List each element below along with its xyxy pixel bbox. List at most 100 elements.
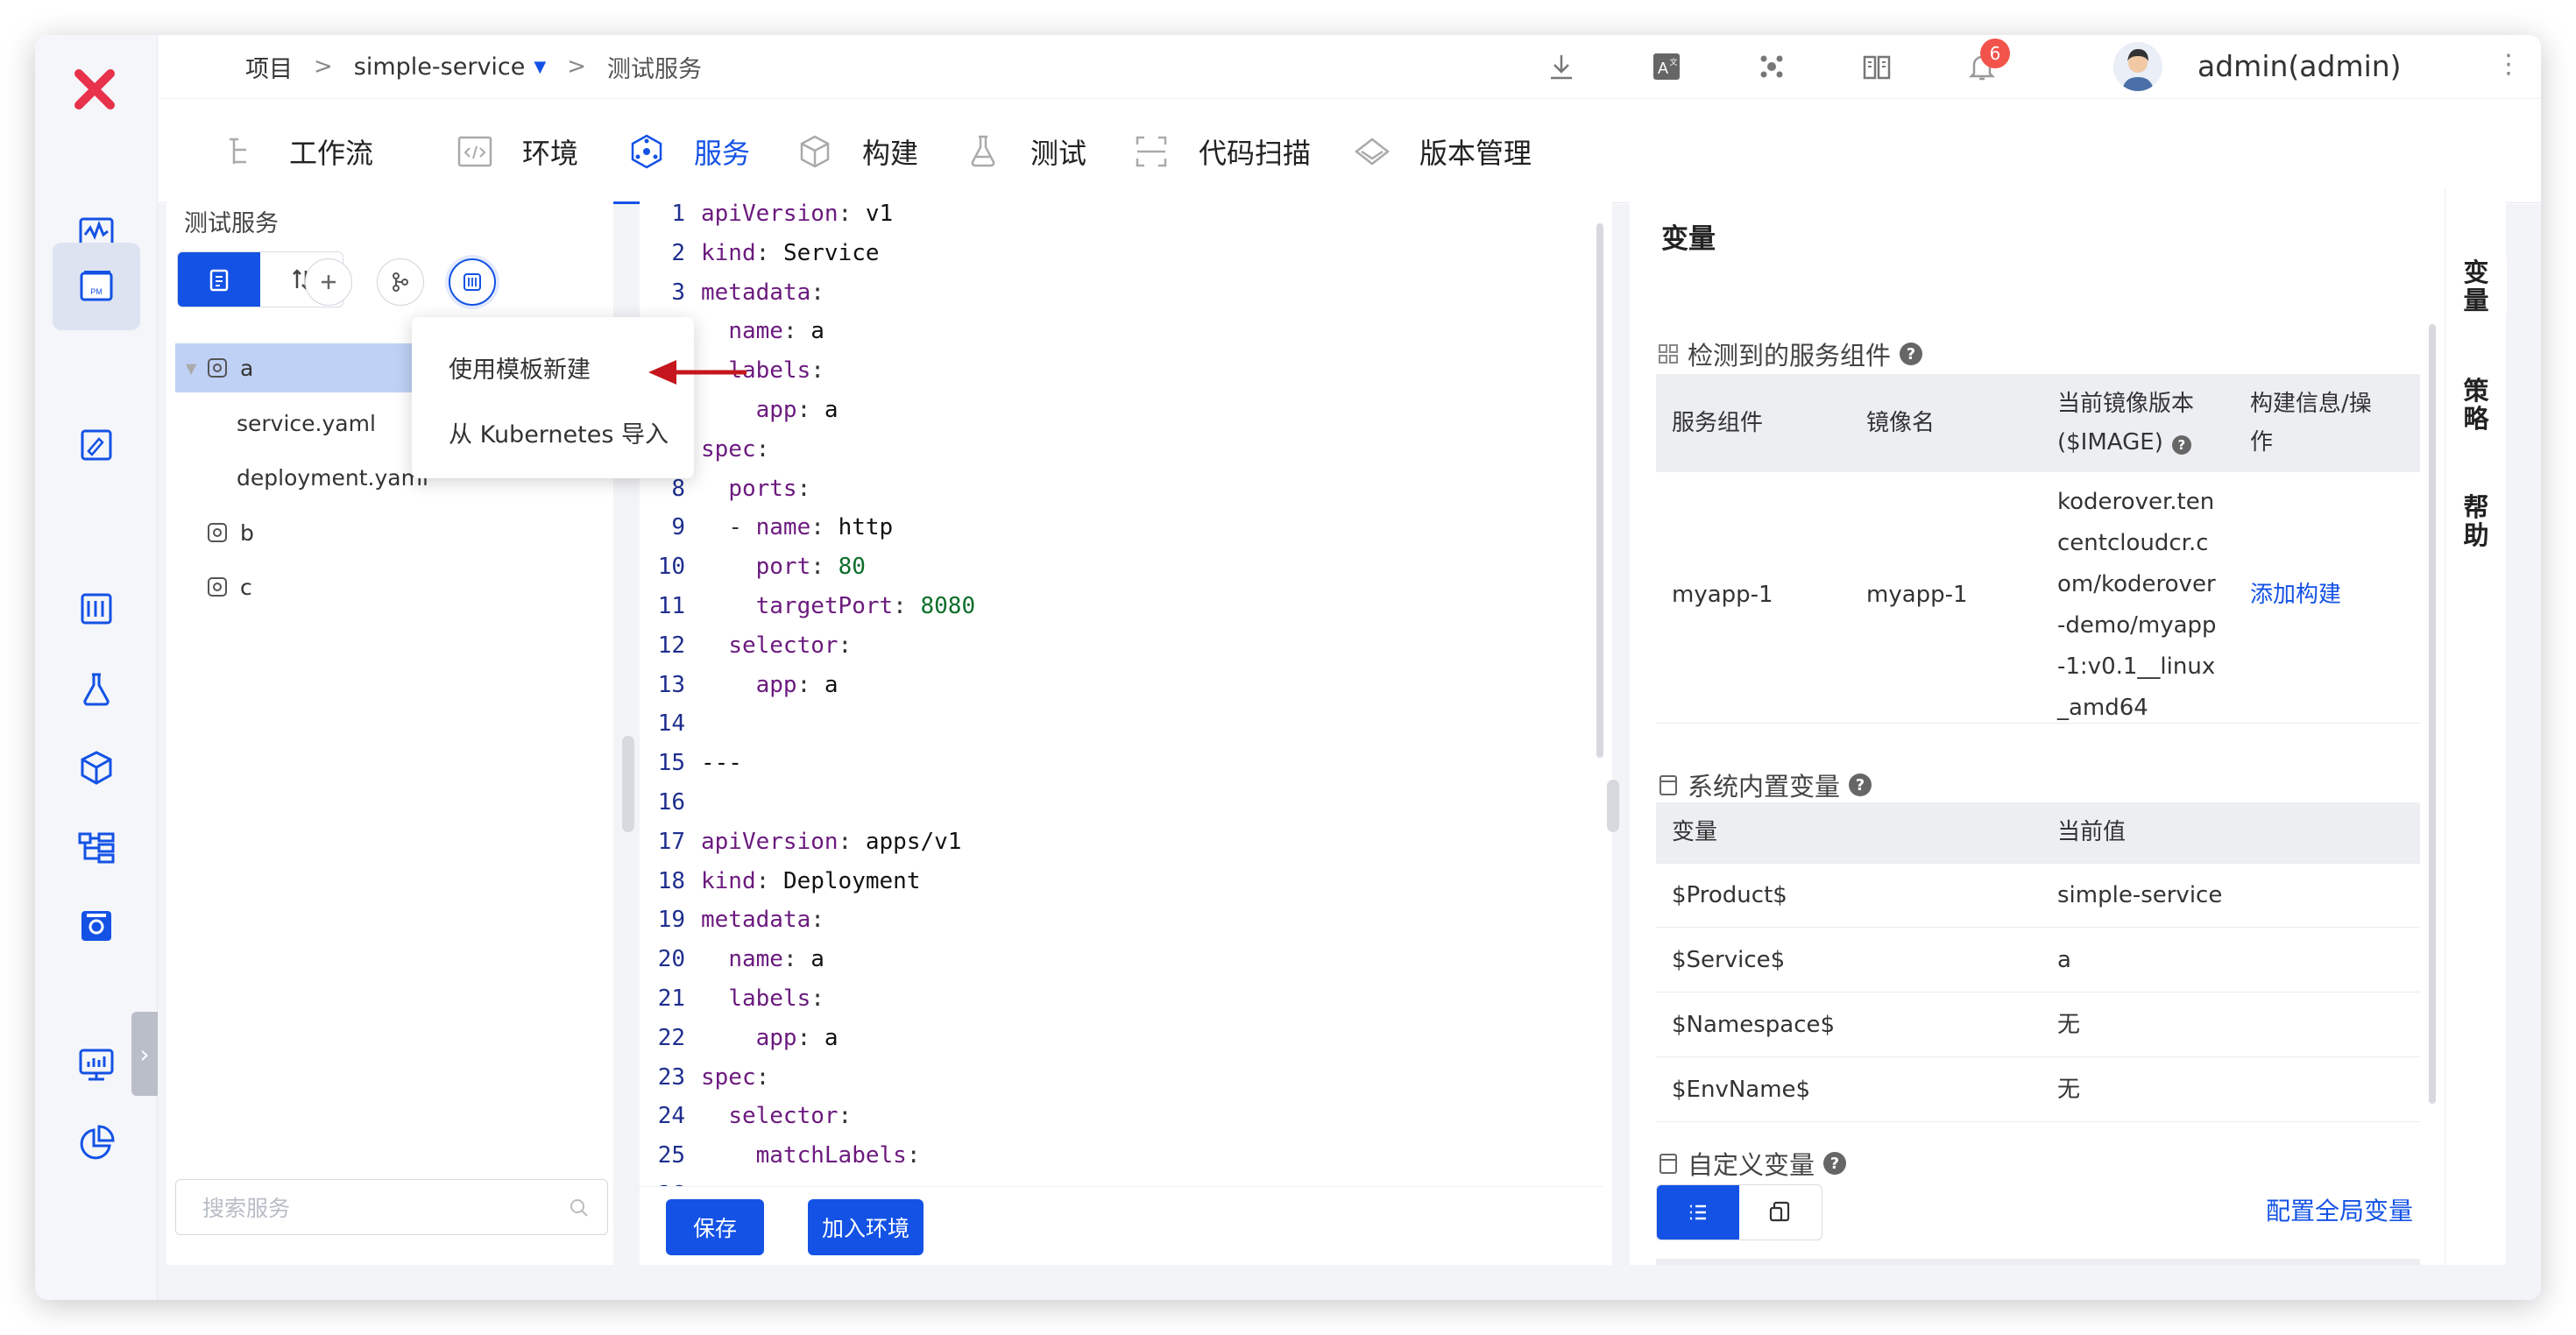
yaml-value: a — [824, 671, 839, 698]
tree-node-b[interactable]: b — [166, 508, 613, 557]
chevron-down-icon[interactable]: ▼ — [534, 58, 546, 76]
builtin-vars-table: 变量 当前值 $Product$ simple-service $Service$ a… — [1656, 802, 2420, 1122]
notification-bell-icon[interactable]: 6 — [1963, 39, 2010, 86]
template-icon[interactable] — [70, 583, 123, 635]
tab-label: 构建 — [862, 137, 919, 170]
yaml-value: v1 — [865, 201, 894, 227]
help-icon[interactable]: ? — [1849, 773, 1872, 796]
plugin-icon[interactable] — [1752, 47, 1791, 86]
help-icon[interactable]: ? — [1823, 1152, 1847, 1175]
avatar[interactable] — [2113, 42, 2162, 91]
search-service-input[interactable]: 搜索服务 — [175, 1179, 608, 1235]
tree-scrollbar[interactable] — [622, 736, 634, 832]
help-icon[interactable]: ? — [2171, 435, 2191, 455]
caret-down-icon[interactable]: ▼ — [186, 360, 205, 377]
breadcrumb-service-group[interactable]: simple-service — [354, 53, 526, 81]
code-text: --- — [701, 750, 742, 777]
line-number: 9 — [671, 514, 685, 541]
add-build-link[interactable]: 添加构建 — [2250, 576, 2341, 614]
code-line: 19 metadata: — [640, 901, 1603, 938]
line-number: 18 — [657, 867, 685, 894]
add-service-button[interactable] — [305, 258, 352, 306]
clipboard-icon — [209, 269, 229, 292]
docs-icon[interactable] — [1858, 47, 1896, 86]
artifact-icon[interactable] — [70, 742, 123, 795]
node-label: a — [240, 355, 254, 381]
release-plan-icon[interactable] — [70, 419, 123, 471]
yaml-key: spec — [701, 1063, 756, 1091]
add-service-menu: 使用模板新建 从 Kubernetes 导入 — [412, 317, 694, 478]
project-tabs: 工作流 环境 服务 构建 测试 代码扫描 版本管理 — [158, 98, 2541, 205]
search-icon — [570, 1199, 588, 1217]
line-number: 11 — [657, 593, 685, 619]
code-line: 9 - name: http — [640, 509, 1603, 546]
variables-title: 变量 — [1661, 223, 1716, 255]
code-line: 23 spec: — [640, 1059, 1603, 1096]
system-settings-icon[interactable] — [70, 900, 123, 952]
line-number: 22 — [657, 1024, 685, 1051]
collapse-nav-button[interactable]: › — [131, 1012, 158, 1096]
search-placeholder: 搜索服务 — [202, 1196, 291, 1221]
tree-node-c[interactable]: c — [166, 562, 613, 611]
yaml-key: kind — [701, 239, 756, 266]
side-tab-strategy[interactable]: 策略 — [2445, 377, 2507, 433]
add-to-env-button[interactable]: 加入环境 — [808, 1199, 924, 1255]
tab-label: 代码扫描 — [1199, 137, 1312, 170]
variables-panel: 变量 检测到的服务组件 ? 服务组件 镜像名 当前镜像版本 ($IMAGE)? … — [1630, 188, 2445, 1265]
variables-scrollbar[interactable] — [2429, 324, 2436, 1104]
yaml-editor[interactable]: 1apiVersion: v12kind: Service3metadata:4… — [640, 188, 1612, 1265]
yaml-value: 80 — [838, 554, 866, 581]
file-view-button[interactable] — [1739, 1185, 1822, 1240]
code-area[interactable]: 1apiVersion: v12kind: Service3metadata:4… — [640, 188, 1603, 1196]
zadig-logo[interactable] — [60, 54, 130, 124]
side-tab-label: 策略 — [2463, 376, 2489, 434]
split-scrollbar[interactable] — [1607, 780, 1619, 832]
side-tab-variables[interactable]: 变量 — [2445, 258, 2507, 314]
code-line: 18 kind: Deployment — [640, 863, 1603, 900]
menu-item-template-new[interactable]: 使用模板新建 — [449, 350, 591, 385]
left-nav: PM › — [35, 35, 158, 1300]
panel-title: 测试服务 — [184, 210, 279, 237]
line-number: 17 — [657, 828, 685, 855]
service-node-icon — [208, 523, 227, 542]
save-button[interactable]: 保存 — [666, 1199, 764, 1255]
help-icon[interactable]: ? — [1900, 343, 1923, 365]
monitor-icon[interactable] — [70, 1038, 123, 1091]
yaml-value: Deployment — [782, 867, 921, 894]
test-icon — [971, 135, 995, 167]
yaml-key: apiVersion — [701, 828, 839, 855]
tab-label: 工作流 — [289, 137, 374, 170]
editor-footer: 保存 加入环境 — [640, 1186, 1603, 1265]
line-number: 2 — [671, 239, 685, 266]
editor-scrollbar[interactable] — [1596, 223, 1603, 758]
builtin-vars-header: 系统内置变量 ? — [1656, 766, 1872, 803]
side-tab-help[interactable]: 帮助 — [2445, 493, 2507, 549]
config-global-vars-link[interactable]: 配置全局变量 — [2266, 1192, 2413, 1231]
code-line: 11 targetPort: 8080 — [640, 588, 1603, 625]
svg-text:文: 文 — [1669, 57, 1677, 67]
translate-icon[interactable]: A文 — [1647, 47, 1686, 86]
annotation-arrow — [648, 360, 747, 385]
project-icon[interactable]: PM — [53, 243, 140, 330]
node-label: c — [240, 574, 252, 600]
git-import-button[interactable] — [377, 258, 424, 306]
yaml-key: targetPort — [755, 593, 894, 619]
var-value: simple-service — [2057, 882, 2223, 908]
custom-vars-view-toggle[interactable] — [1656, 1184, 1822, 1240]
list-view-button[interactable] — [178, 252, 260, 307]
divider — [1656, 1056, 2420, 1057]
yaml-value: http — [838, 514, 894, 541]
infrastructure-icon[interactable] — [70, 821, 123, 873]
breadcrumb-project[interactable]: 项目 — [245, 50, 293, 84]
breadcrumb-separator: > — [567, 53, 587, 80]
user-name[interactable]: admin(admin) — [2197, 46, 2402, 88]
list-view-button[interactable] — [1657, 1185, 1739, 1240]
statistics-icon[interactable] — [70, 1117, 123, 1169]
yaml-value: 8080 — [920, 593, 976, 619]
template-import-button[interactable] — [449, 258, 496, 306]
more-icon[interactable]: ⋮ — [2495, 49, 2522, 80]
menu-item-k8s-import[interactable]: 从 Kubernetes 导入 — [449, 415, 669, 449]
flask-icon[interactable] — [70, 663, 123, 716]
node-label: service.yaml — [237, 410, 376, 436]
download-icon[interactable] — [1542, 47, 1581, 86]
